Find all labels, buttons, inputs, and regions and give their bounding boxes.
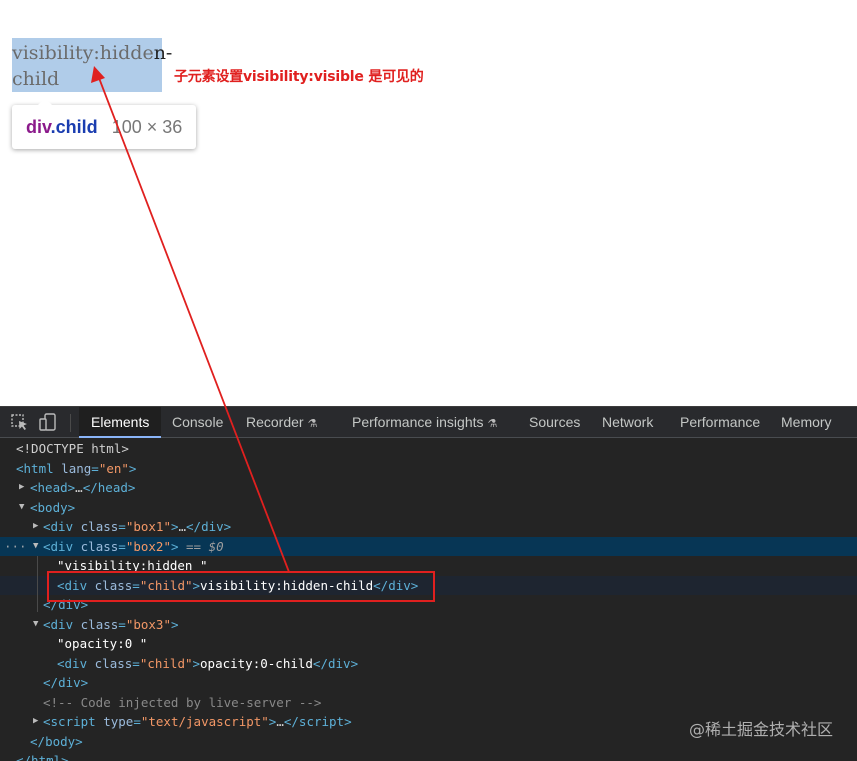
- inspect-tooltip: div.child 100 × 36: [12, 98, 197, 149]
- class-attr: class: [80, 538, 119, 554]
- box3-text: "opacity:0 ": [57, 636, 148, 651]
- dom-node-box1[interactable]: ▶ <div class="box1">…</div>: [0, 517, 857, 537]
- child-value: "child": [139, 655, 193, 671]
- div-tag: div: [64, 655, 88, 671]
- tab-recorder[interactable]: Recorder ⚗: [234, 407, 329, 438]
- flask-icon: ⚗: [307, 418, 318, 430]
- tab-performance[interactable]: Performance: [668, 407, 772, 438]
- class-attr: class: [94, 655, 133, 671]
- child-text-line2: child: [12, 68, 60, 90]
- dom-node-box3-child[interactable]: <div class="child">opacity:0-child</div>: [0, 654, 857, 674]
- box1-value: "box1": [125, 519, 171, 534]
- tab-separator: [70, 414, 71, 432]
- collapse-triangle-icon[interactable]: ▼: [19, 498, 24, 518]
- annotation-label: 子元素设置visibility:visible 是可见的: [174, 69, 424, 85]
- dom-node-box3[interactable]: ▼ <div class="box3">: [0, 615, 857, 635]
- div-tag: div: [50, 538, 74, 554]
- div-close-tag: div: [58, 675, 81, 690]
- devtools-tabbar: Elements Console Recorder ⚗ Performance i…: [0, 407, 857, 438]
- ellipsis: …: [75, 480, 83, 495]
- tooltip-size: 100 × 36: [111, 116, 183, 137]
- collapse-triangle-icon[interactable]: ▼: [33, 537, 38, 557]
- dom-node-box2[interactable]: ··· ▼ <div class="box2"> == $0: [0, 536, 857, 557]
- tab-elements-label: Elements: [91, 414, 150, 430]
- child-div-text[interactable]: visibility:hidden- child: [12, 40, 182, 92]
- tab-elements[interactable]: Elements: [79, 407, 162, 438]
- box2-value: "box2": [125, 538, 171, 554]
- dom-node-html-close[interactable]: </html>: [0, 751, 857, 761]
- lang-attr: lang: [61, 460, 92, 476]
- expand-triangle-icon[interactable]: ▶: [33, 517, 38, 537]
- head-tag: head: [37, 480, 68, 495]
- child-text-highlighted: visibility:hidde: [12, 42, 154, 64]
- expand-triangle-icon[interactable]: ▶: [19, 478, 24, 498]
- tree-indent-guide: [37, 556, 38, 612]
- body-tag: body: [37, 499, 68, 515]
- tab-performance-insights-label: Performance insights: [352, 414, 484, 430]
- annotation-highlight-box: [47, 571, 435, 602]
- html-close: </html>: [16, 753, 69, 761]
- dom-node-body[interactable]: ▼ <body>: [0, 498, 857, 518]
- type-attr: type: [103, 714, 134, 729]
- tab-recorder-label: Recorder: [246, 414, 304, 430]
- class-attr: class: [80, 616, 119, 632]
- tab-sources[interactable]: Sources: [517, 407, 592, 438]
- tab-network[interactable]: Network: [590, 407, 665, 438]
- lang-value: "en": [98, 460, 129, 476]
- tab-memory-label: Memory: [781, 414, 832, 430]
- box3-value: "box3": [125, 616, 171, 632]
- html-open: <html: [16, 460, 54, 476]
- dom-node-head[interactable]: ▶ <head>…</head>: [0, 478, 857, 498]
- head-close-tag: head: [97, 480, 128, 495]
- dom-node-html[interactable]: <html lang="en">: [0, 459, 857, 479]
- dom-node-doctype[interactable]: <!DOCTYPE html>: [0, 439, 857, 459]
- class-attr: class: [80, 519, 119, 534]
- flask-icon: ⚗: [487, 418, 498, 430]
- selected-marker: == $0: [186, 538, 224, 554]
- box3-child-text: opacity:0-child: [200, 655, 313, 671]
- tab-sources-label: Sources: [529, 414, 581, 430]
- tab-console[interactable]: Console: [160, 407, 235, 438]
- child-text-tail: n-: [153, 42, 173, 64]
- tooltip-class: .child: [50, 116, 98, 137]
- div-tag: div: [50, 616, 74, 632]
- more-options-icon[interactable]: ···: [4, 537, 27, 557]
- browser-viewport: visibility:hidden- child 子元素设置visibility…: [0, 0, 857, 406]
- script-close-tag: script: [298, 714, 345, 729]
- div-close-tag: div: [201, 519, 224, 534]
- body-close-tag: body: [45, 733, 76, 749]
- div-tag: div: [50, 519, 74, 534]
- comment-text: <!-- Code injected by live-server -->: [43, 694, 322, 710]
- device-toolbar-icon[interactable]: [38, 413, 58, 431]
- tab-console-label: Console: [172, 414, 224, 430]
- ellipsis: …: [276, 714, 284, 729]
- tab-memory[interactable]: Memory: [769, 407, 844, 438]
- tab-performance-label: Performance: [680, 414, 761, 430]
- tab-network-label: Network: [602, 414, 654, 430]
- inspect-element-icon[interactable]: [10, 413, 30, 431]
- script-type-value: "text/javascript": [140, 714, 269, 729]
- tooltip-tag: div: [26, 116, 51, 137]
- tab-performance-insights[interactable]: Performance insights ⚗: [340, 407, 509, 438]
- watermark: @稀土掘金技术社区: [688, 720, 833, 739]
- ellipsis: …: [178, 519, 187, 534]
- doctype-text: <!DOCTYPE html>: [16, 441, 129, 456]
- div-close-tag: div: [327, 655, 351, 671]
- dom-comment-node[interactable]: <!-- Code injected by live-server -->: [0, 693, 857, 713]
- dom-node-box3-close[interactable]: </div>: [0, 673, 857, 693]
- expand-triangle-icon[interactable]: ▶: [33, 712, 38, 732]
- collapse-triangle-icon[interactable]: ▼: [33, 615, 38, 635]
- script-tag: script: [50, 714, 96, 729]
- dom-text-node[interactable]: "opacity:0 ": [0, 634, 857, 654]
